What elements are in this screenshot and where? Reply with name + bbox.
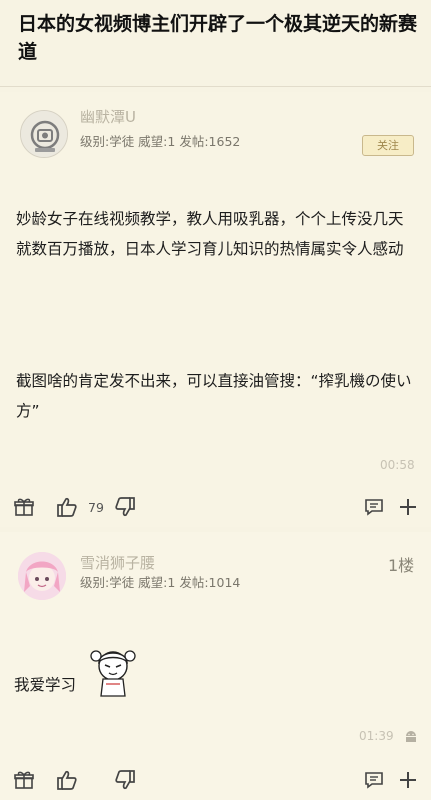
post-paragraph: 截图啥的肯定发不出来，可以直接油管搜：“搾乳機の使い方” [16, 372, 412, 420]
username[interactable]: 幽默潭U [80, 106, 136, 127]
like-count: 79 [88, 500, 104, 515]
divider [0, 86, 431, 87]
anime-sticker [86, 644, 140, 700]
thread-title: 日本的女视频博主们开辟了一个极其逆天的新赛道 [18, 13, 418, 63]
action-bar [0, 765, 431, 795]
username[interactable]: 雪消狮子腰 [80, 552, 155, 573]
thumb-up-icon[interactable] [56, 492, 78, 522]
android-icon [404, 729, 418, 748]
post-time: 01:39 [359, 729, 394, 743]
action-bar: 79 [0, 492, 431, 522]
post-paragraph: 妙龄女子在线视频教学，教人用吸乳器，个个上传没几天就数百万播放，日本人学习育儿知… [16, 210, 404, 258]
floor-number: 1楼 [388, 556, 415, 575]
user-meta: 级别:学徒 威望:1 发帖:1652 [80, 134, 241, 149]
plus-icon[interactable] [398, 765, 418, 795]
avatar-image [21, 111, 67, 157]
thumb-up-icon[interactable] [56, 765, 78, 795]
post-main: 幽默潭U 级别:学徒 威望:1 发帖:1652 关注 妙龄女子在线视频教学，教人… [0, 92, 431, 527]
avatar-image [18, 552, 66, 600]
gift-icon[interactable] [14, 765, 34, 795]
plus-icon[interactable] [398, 492, 418, 522]
gift-icon[interactable] [14, 492, 34, 522]
thumb-down-icon[interactable] [114, 765, 136, 795]
follow-button[interactable]: 关注 [362, 135, 414, 156]
avatar[interactable] [18, 552, 66, 600]
post-time: 00:58 [380, 458, 415, 472]
user-meta: 级别:学徒 威望:1 发帖:1014 [80, 575, 241, 590]
post-reply: 雪消狮子腰 1楼 级别:学徒 威望:1 发帖:1014 我爱学习 01:39 [0, 532, 431, 800]
post-paragraph: 我爱学习 [14, 676, 77, 694]
comment-icon[interactable] [364, 492, 384, 522]
comment-icon[interactable] [364, 765, 384, 795]
thumb-down-icon[interactable] [114, 492, 136, 522]
avatar[interactable] [20, 110, 68, 158]
